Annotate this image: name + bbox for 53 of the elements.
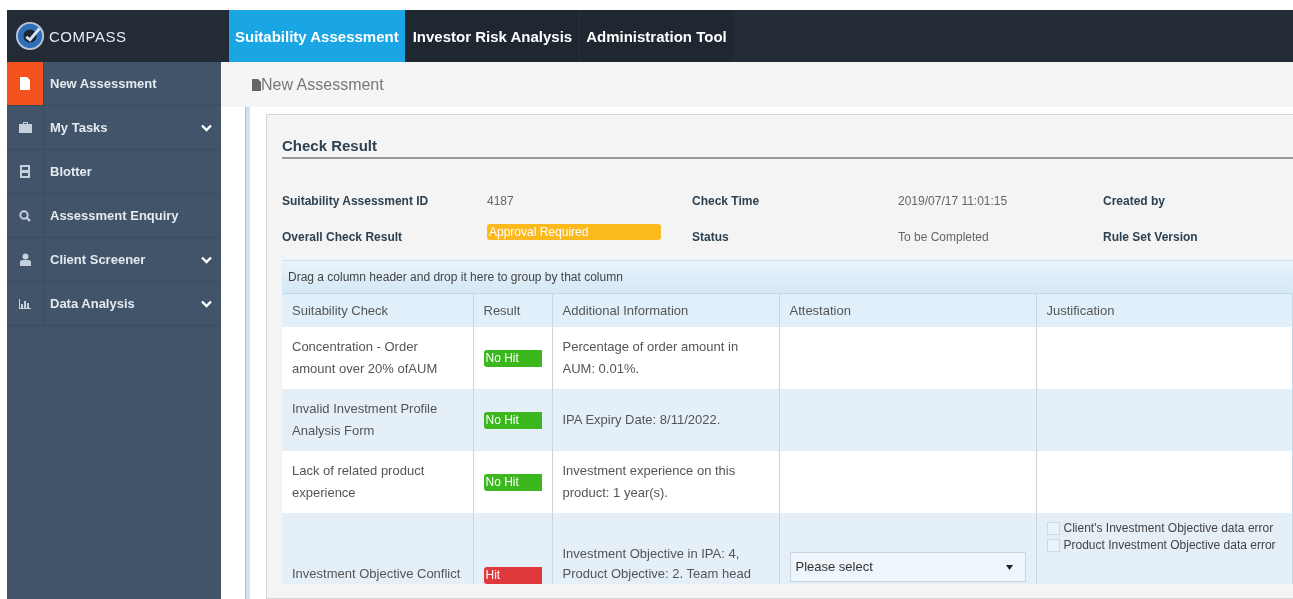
checkbox-label[interactable]: Product Investment Objective data error	[1063, 538, 1276, 552]
table-cell-text: Percentage of order amount in AUM: 0.01%.	[562, 338, 740, 378]
sidebar-item[interactable]: Client Screener	[7, 238, 221, 282]
field-label: Check Time	[692, 194, 761, 208]
sidebar-item[interactable]: New Assessment	[7, 62, 221, 106]
bar-chart-icon	[19, 298, 31, 309]
table-cell-text: Lack of related product experience	[292, 462, 426, 502]
field-value: 4187	[487, 194, 515, 208]
nav-tab[interactable]: Investor Risk Analysis	[406, 10, 579, 62]
column-header[interactable]: Result	[473, 293, 552, 327]
caret-icon	[1005, 564, 1013, 570]
checkbox[interactable]	[1046, 522, 1060, 535]
brand-name: COMPASS	[49, 27, 127, 45]
sidebar-item[interactable]: Data Analysis	[7, 282, 221, 326]
sidebar-item[interactable]: My Tasks	[7, 106, 221, 150]
group-drop-area[interactable]: Drag a column header and drop it here to group by that column	[282, 260, 1293, 293]
briefcase-icon	[18, 122, 32, 133]
panel-title: Check Result	[282, 115, 1293, 159]
table-cell-text: Investment experience on this product: 1 year(s).	[562, 462, 737, 502]
document-icon	[252, 78, 261, 91]
attestation-dropdown[interactable]: Please select	[789, 552, 1026, 582]
field-label: Rule Set Version	[1103, 230, 1199, 244]
page-title: New Assessment	[261, 75, 384, 94]
checkbox-label[interactable]: Client's Investment Objective data error	[1063, 521, 1274, 535]
document-icon	[20, 77, 30, 90]
result-badge: No Hit	[483, 349, 542, 367]
table-cell-text: Concentration - Order amount over 20% ofAUM	[292, 338, 439, 378]
checkbox[interactable]	[1046, 539, 1060, 552]
field-label: Status	[692, 230, 730, 244]
status-badge: Approval Required	[487, 224, 661, 240]
field-value: 2019/07/17 11:01:15	[898, 194, 1009, 208]
ledger-icon	[20, 165, 30, 178]
search-icon	[19, 209, 31, 222]
table-cell-text: Invalid Investment Profile Analysis Form	[292, 400, 439, 440]
column-header[interactable]: Additional Information	[552, 293, 779, 327]
field-value: To be Completed	[898, 230, 990, 244]
table-cell-text: Investment Objective Conflict	[292, 565, 462, 583]
column-header[interactable]: Justification	[1036, 293, 1293, 327]
result-badge: Hit	[483, 567, 542, 584]
field-label: Suitability Assessment ID	[282, 194, 430, 208]
result-badge: No Hit	[483, 473, 542, 491]
sidebar-item[interactable]: Assessment Enquiry	[7, 194, 221, 238]
column-header[interactable]: Attestation	[779, 293, 1036, 327]
compass-logo-icon	[15, 21, 45, 51]
sidebar-item[interactable]: Blotter	[7, 150, 221, 194]
person-icon	[19, 253, 31, 266]
nav-tab[interactable]: Administration Tool	[580, 10, 733, 62]
field-label: Overall Check Result	[282, 230, 404, 244]
table-cell-text: IPA Expiry Date: 8/11/2022.	[562, 411, 722, 429]
field-label: Created by	[1103, 194, 1167, 208]
table-cell-text: Investment Objective in IPA: 4, Product Objective: 2. Team head	[562, 545, 752, 583]
column-header[interactable]: Suitability Check	[282, 293, 473, 327]
result-badge: No Hit	[483, 411, 542, 429]
